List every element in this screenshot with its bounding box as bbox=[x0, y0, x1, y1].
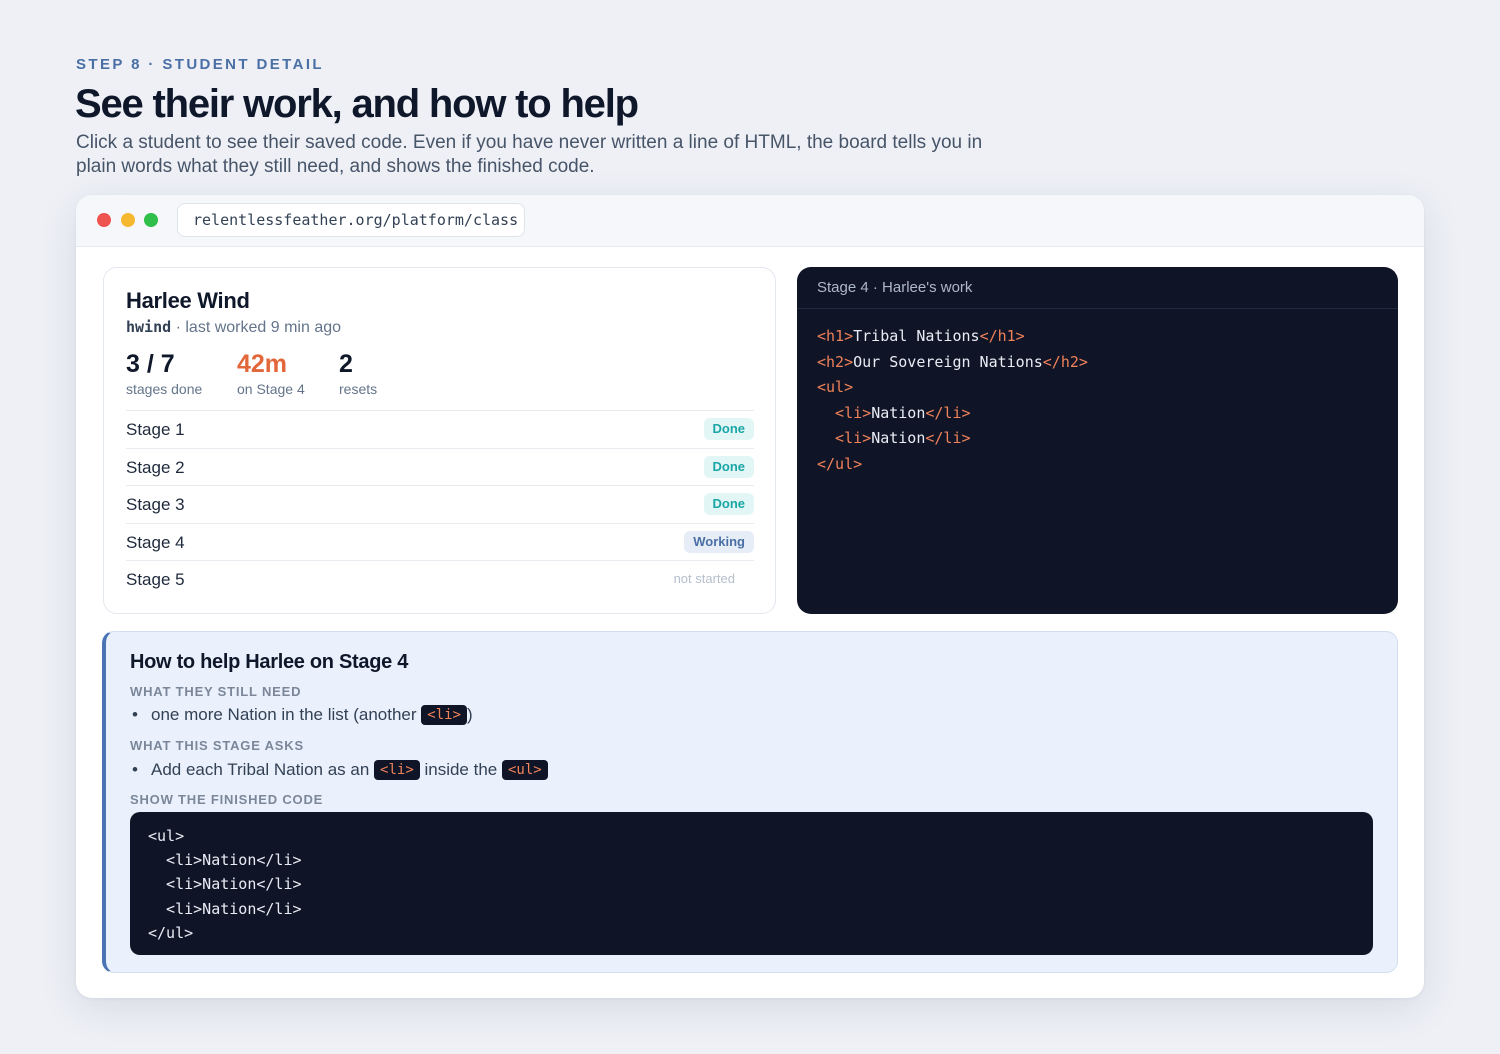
stage-row[interactable]: Stage 5 not started bbox=[126, 560, 754, 598]
page-title: See their work, and how to help bbox=[75, 82, 639, 126]
need-item: • one more Nation in the list (another <l… bbox=[132, 705, 473, 725]
stat-value: 42m bbox=[237, 350, 288, 378]
status-badge: not started bbox=[673, 571, 735, 586]
stat-label: on Stage 4 bbox=[237, 381, 305, 397]
need-label: WHAT THEY STILL NEED bbox=[130, 684, 302, 699]
stage-name: Stage 1 bbox=[126, 420, 185, 439]
asks-label: WHAT THIS STAGE ASKS bbox=[130, 738, 304, 753]
browser-titlebar: relentlessfeather.org/platform/class bbox=[76, 195, 1424, 247]
code-line: <ul> bbox=[817, 378, 854, 396]
address-bar[interactable]: relentlessfeather.org/platform/class bbox=[177, 203, 525, 237]
last-worked: · last worked 9 min ago bbox=[171, 319, 342, 336]
stage-name: Stage 5 bbox=[126, 570, 185, 589]
help-title: How to help Harlee on Stage 4 bbox=[130, 651, 409, 673]
stat-label: stages done bbox=[126, 381, 203, 397]
help-panel: How to help Harlee on Stage 4 WHAT THEY … bbox=[102, 631, 1398, 973]
stat-time-on-stage: 42m on Stage 4 bbox=[237, 350, 305, 397]
finished-label[interactable]: SHOW THE FINISHED CODE bbox=[130, 792, 323, 807]
code-line: <h1>Tribal Nations</h1> bbox=[817, 327, 1025, 345]
stage-list: Stage 1 Done Stage 2 Done Stage 3 Done S… bbox=[126, 410, 754, 598]
status-badge: Done bbox=[703, 455, 754, 478]
status-badge: Working bbox=[684, 530, 754, 553]
close-window-dot-icon[interactable] bbox=[97, 213, 111, 227]
student-meta: hwind · last worked 9 min ago bbox=[126, 318, 341, 337]
student-card: Harlee Wind hwind · last worked 9 min ag… bbox=[103, 267, 776, 614]
page-description: Click a student to see their saved code.… bbox=[76, 132, 983, 177]
code-line: <li>Nation</li> bbox=[817, 403, 971, 422]
status-badge: Done bbox=[703, 418, 754, 440]
stage-row[interactable]: Stage 4 Working bbox=[126, 522, 754, 561]
stat-resets: 2 resets bbox=[339, 350, 377, 397]
maximize-window-dot-icon[interactable] bbox=[144, 213, 158, 227]
code-line: </ul> bbox=[817, 454, 863, 473]
student-name: Harlee Wind bbox=[126, 288, 250, 313]
code-line: <h2>Our Sovereign Nations</h2> bbox=[817, 352, 1088, 371]
stage-row[interactable]: Stage 1 Done bbox=[126, 410, 754, 448]
code-chip: <li> bbox=[421, 705, 467, 725]
student-code-panel: Stage 4 · Harlee's work <h1>Tribal Natio… bbox=[797, 267, 1398, 614]
student-code: <h1>Tribal Nations</h1> <h2>Our Sovereign… bbox=[797, 309, 1398, 492]
page: STEP 8 · STUDENT DETAIL See their work, … bbox=[0, 0, 1500, 1054]
finished-code: <ul> <li>Nation</li> <li>Nation</li> <li… bbox=[130, 812, 1373, 955]
step-eyebrow: STEP 8 · STUDENT DETAIL bbox=[76, 56, 324, 73]
minimize-window-dot-icon[interactable] bbox=[121, 213, 135, 227]
stage-name: Stage 3 bbox=[126, 495, 185, 514]
stat-value: 3 / 7 bbox=[126, 350, 175, 378]
stage-name: Stage 4 bbox=[126, 532, 185, 552]
stage-name: Stage 2 bbox=[126, 457, 185, 477]
stat-stages-done: 3 / 7 stages done bbox=[126, 350, 202, 397]
code-line: <li>Nation</li> bbox=[817, 429, 971, 447]
stage-row[interactable]: Stage 3 Done bbox=[126, 485, 754, 523]
code-panel-title: Stage 4 · Harlee's work bbox=[797, 267, 1398, 309]
code-chip: <ul> bbox=[501, 760, 548, 780]
browser-window: relentlessfeather.org/platform/class Har… bbox=[76, 195, 1424, 998]
asks-item: • Add each Tribal Nation as an <li> insid… bbox=[132, 760, 548, 780]
code-chip: <li> bbox=[374, 760, 420, 780]
status-badge: Done bbox=[703, 493, 754, 515]
stat-value: 2 bbox=[339, 350, 353, 378]
student-handle: hwind bbox=[126, 318, 172, 336]
stage-row[interactable]: Stage 2 Done bbox=[126, 447, 754, 486]
stat-label: resets bbox=[339, 381, 378, 397]
